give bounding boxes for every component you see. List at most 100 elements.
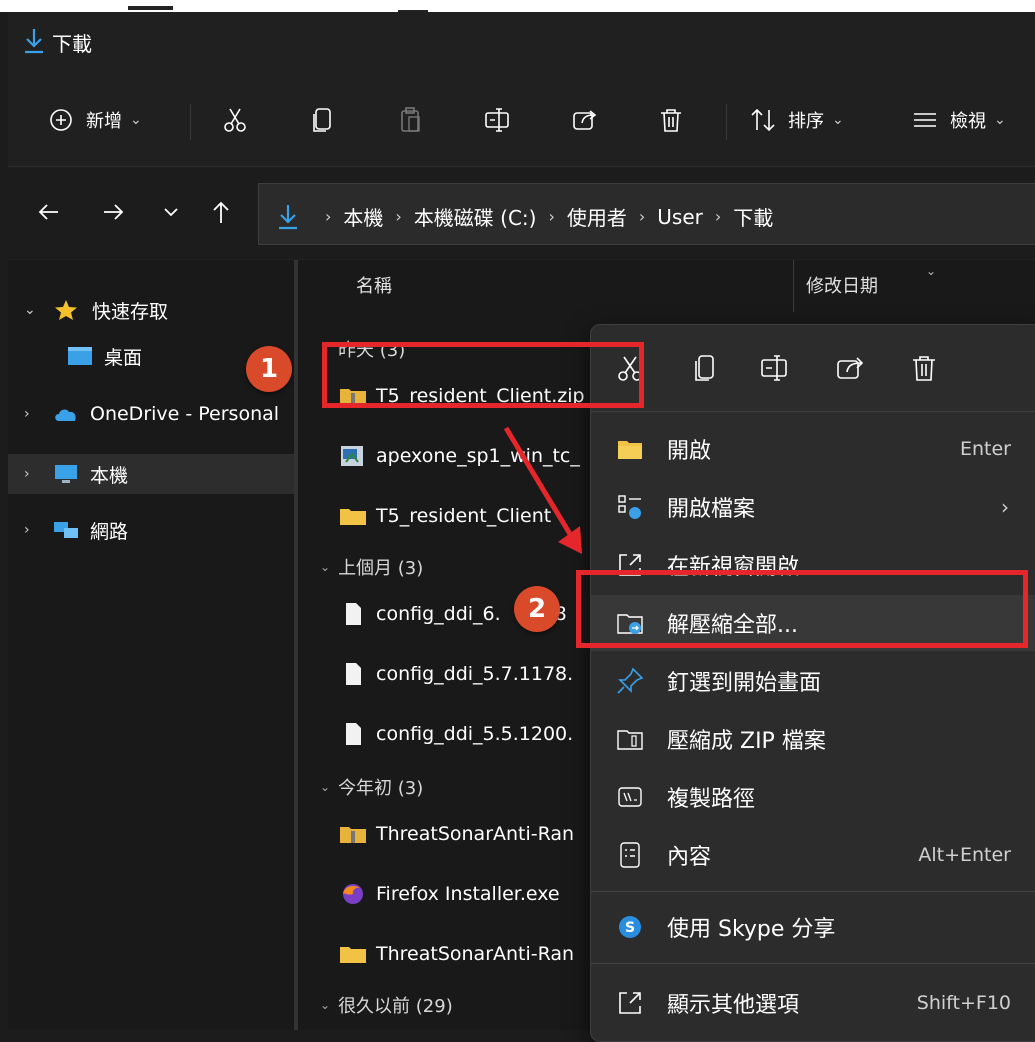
new-button-label: 新增 [86,111,122,132]
sidebar-item-label: 本機 [90,464,129,487]
chevron-down-icon: ⌄ [320,780,331,794]
toolbar-divider [190,104,191,140]
folder-icon [340,947,366,963]
group-header[interactable]: ⌄ 上個月 (3) [320,554,423,580]
sidebar-item-label: OneDrive - Personal [90,403,280,425]
copy-path-icon [618,787,642,807]
chevron-right-icon: › [548,207,555,226]
folder-open-icon [618,441,642,459]
installer-icon [341,446,363,466]
window-title: 下載 [52,32,92,56]
sidebar-item-onedrive[interactable]: › OneDrive - Personal [8,394,296,434]
cloud-icon [55,409,76,421]
breadcrumb-item[interactable]: 本機 [343,202,383,231]
chevron-right-icon: › [24,406,30,422]
chevron-down-icon: ⌄ [320,998,331,1012]
menu-item-label: 開啟 [667,439,712,464]
list-item[interactable]: ThreatSonarAnti-Ran [338,932,574,976]
copy-button[interactable] [308,102,338,138]
menu-item-open-with[interactable]: 開啟檔案 › [591,479,1035,535]
file-icon [346,603,361,625]
file-icon [346,663,361,685]
menu-item-shortcut: Alt+Enter [918,844,1011,866]
copy-icon [313,108,331,132]
list-item[interactable]: Firefox Installer.exe [338,872,560,916]
copy-icon[interactable] [689,351,723,385]
share-button[interactable] [570,102,600,138]
menu-item-properties[interactable]: 內容 Alt+Enter [591,827,1035,883]
delete-button[interactable] [656,102,686,138]
desktop-icon [68,347,92,365]
list-item[interactable]: config_ddi_5.7.1178. [338,652,573,696]
group-label: 今年初 (3) [338,778,424,799]
chevron-down-icon: ⌄ [130,112,142,128]
top-strip [0,0,1035,13]
share-icon[interactable] [833,351,867,385]
star-icon [55,300,77,320]
rename-icon[interactable] [757,351,791,385]
chevron-down-icon: ⌄ [832,112,844,128]
chevron-right-icon: › [714,207,722,226]
menu-item-compress-zip[interactable]: 壓縮成 ZIP 檔案 [591,711,1035,767]
view-button[interactable]: 檢視 ⌄ [910,102,1006,138]
recent-locations-icon[interactable] [156,197,186,227]
network-icon [54,522,78,538]
breadcrumb: › 本機 › 本機磁碟 (C:) › 使用者 › User › 下載 [277,202,773,231]
menu-item-copy-path[interactable]: 複製路徑 [591,769,1035,825]
menu-item-shortcut: Shift+F10 [916,992,1011,1014]
toolbar-divider [726,104,727,140]
up-icon[interactable] [206,197,236,227]
menu-item-more-options[interactable]: 顯示其他選項 Shift+F10 [591,975,1035,1031]
view-button-label: 檢視 [950,111,986,132]
cut-icon [224,108,246,132]
chevron-right-icon: › [24,466,30,482]
column-header-modified[interactable]: 修改日期 [806,272,878,298]
list-item[interactable]: config_ddi_5.5.1200. [338,712,573,756]
breadcrumb-item[interactable]: 使用者 [567,202,627,231]
paste-button[interactable] [396,102,426,138]
menu-item-label: 內容 [667,845,712,870]
command-bar: 新增 ⌄ 排序 ⌄ 檢視 ⌄ [8,74,1035,167]
delete-icon[interactable] [907,351,941,385]
menu-item-share-skype[interactable]: S 使用 Skype 分享 [591,899,1035,955]
computer-icon [55,465,77,483]
sort-icon [751,108,775,132]
step-badge-2: 2 [514,586,560,632]
forward-icon[interactable] [98,197,128,227]
menu-item-pin-to-start[interactable]: 釘選到開始畫面 [591,653,1035,709]
chevron-right-icon: › [638,207,646,226]
file-name: ThreatSonarAnti-Ran [376,943,575,965]
menu-separator [591,891,1035,892]
title-bar: 下載 [8,12,1035,74]
list-item[interactable]: ThreatSonarAnti-Ran [338,812,574,856]
menu-item-open[interactable]: 開啟 Enter [591,421,1035,477]
sidebar-item-quick-access[interactable]: ⌄ 快速存取 [8,290,296,330]
breadcrumb-item[interactable]: 下載 [733,202,773,231]
menu-separator [591,963,1035,964]
download-icon [279,204,297,229]
rename-button[interactable] [482,102,512,138]
new-button[interactable]: 新增 ⌄ [46,102,142,138]
sidebar-item-label: 網路 [90,520,129,543]
chevron-right-icon: › [24,522,30,538]
back-icon[interactable] [34,197,64,227]
menu-item-label: 開啟檔案 [667,497,756,522]
chevron-right-icon: › [1001,495,1009,519]
properties-icon [620,842,640,868]
share-icon [573,110,597,130]
group-label: 很久以前 (29) [338,996,453,1017]
address-bar[interactable]: › 本機 › 本機磁碟 (C:) › 使用者 › User › 下載 [258,183,1035,245]
view-icon [914,113,936,127]
zip-icon [617,730,643,750]
chevron-down-icon: ⌄ [320,560,331,574]
sidebar-item-this-pc[interactable]: › 本機 [8,454,296,494]
chevron-right-icon: › [325,207,332,226]
group-header[interactable]: ⌄ 今年初 (3) [320,774,423,800]
group-header[interactable]: ⌄ 很久以前 (29) [320,992,453,1018]
cut-button[interactable] [220,102,250,138]
column-header-name[interactable]: 名稱 [356,272,392,298]
breadcrumb-item[interactable]: 本機磁碟 (C:) [414,202,537,231]
breadcrumb-item[interactable]: User [657,205,703,229]
sort-button[interactable]: 排序 ⌄ [748,102,844,138]
sidebar-item-network[interactable]: › 網路 [8,510,296,550]
